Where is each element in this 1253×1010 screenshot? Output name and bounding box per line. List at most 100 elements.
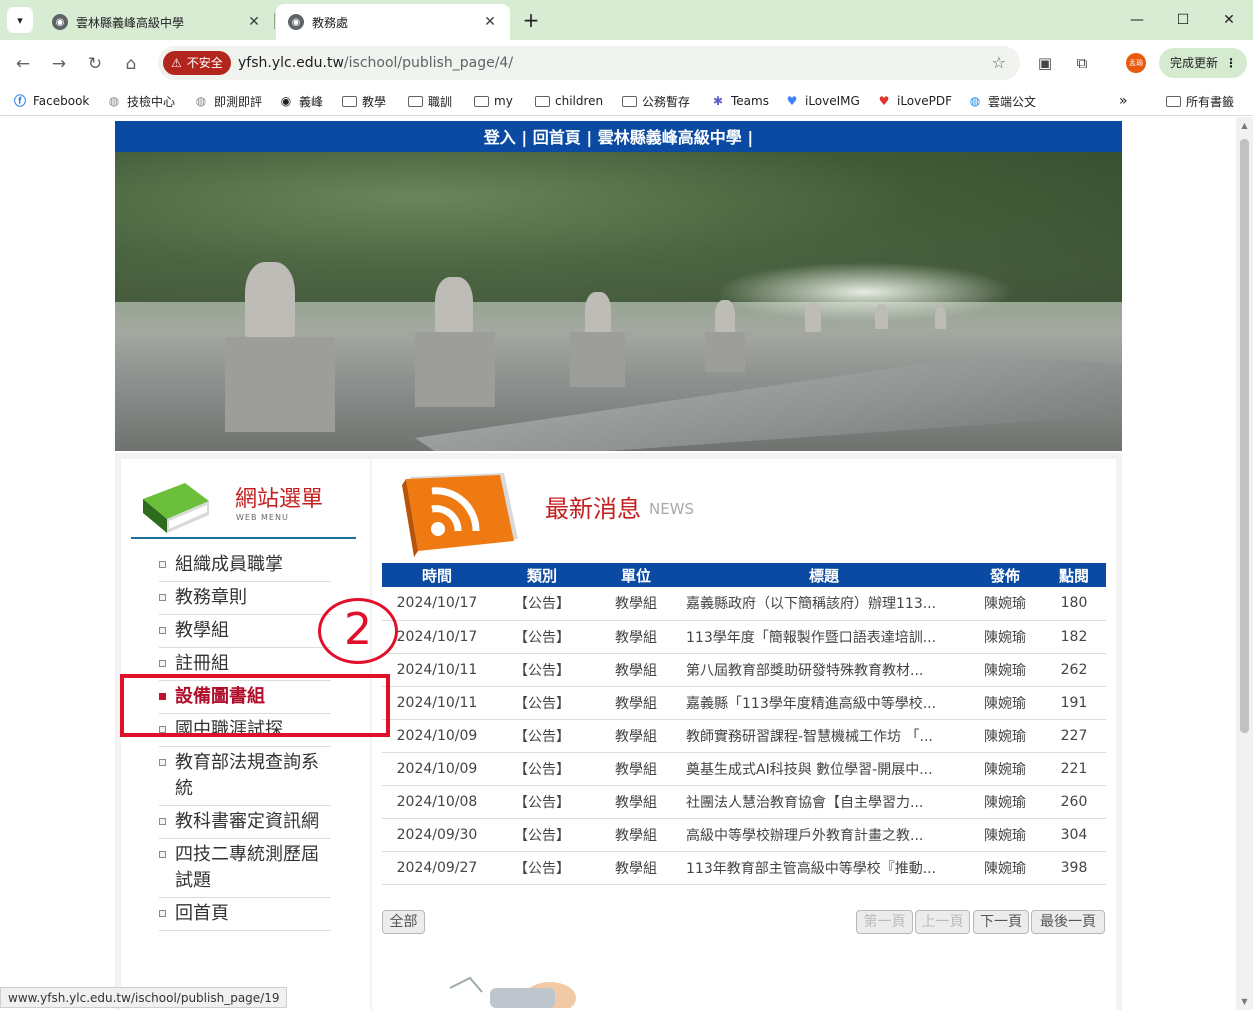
pager-all-button[interactable]: 全部 bbox=[382, 910, 425, 934]
bookmark-label: 職訓 bbox=[428, 94, 453, 109]
bookmark-star-icon[interactable]: ☆ bbox=[992, 46, 1006, 80]
table-row[interactable]: 2024/10/09 【公告】 教學組 奠基生成式AI科技與 數位學習-開展中... 陳… bbox=[382, 752, 1106, 786]
home-icon[interactable]: ⌂ bbox=[117, 50, 145, 78]
bookmark-ilovepdf[interactable]: ♥ iLovePDF bbox=[876, 92, 952, 110]
title-cell[interactable]: 第八屆教育部獎助研發特殊教育教材... bbox=[680, 653, 968, 687]
back-arrow-icon[interactable]: ← bbox=[9, 50, 37, 78]
menu-item-label: 四技二專統測歷屆試題 bbox=[175, 844, 319, 891]
profile-avatar[interactable]: 孟瑜 bbox=[1126, 53, 1146, 73]
close-icon[interactable]: ✕ bbox=[246, 14, 262, 30]
new-tab-plus-icon[interactable]: + bbox=[518, 8, 544, 34]
table-row[interactable]: 2024/10/17 【公告】 教學組 113學年度「簡報製作暨口語表達培訓... 陳婉… bbox=[382, 620, 1106, 654]
globe-icon: ◉ bbox=[288, 14, 304, 30]
table-row[interactable]: 2024/10/09 【公告】 教學組 教師實務研習課程-智慧機械工作坊 「... 陳婉… bbox=[382, 719, 1106, 753]
column-header[interactable]: 標題 bbox=[680, 563, 968, 587]
bookmark-folder-training[interactable]: 職訓 bbox=[408, 92, 452, 110]
table-row[interactable]: 2024/10/11 【公告】 教學組 第八屆教育部獎助研發特殊教育教材... 陳婉瑜 2… bbox=[382, 653, 1106, 687]
bookmark-facebook[interactable]: ⓕ Facebook bbox=[12, 92, 89, 110]
title-cell[interactable]: 高級中等學校辦理戶外教育計畫之教... bbox=[680, 818, 968, 852]
bookmark-cloud-docs[interactable]: ◍ 雲端公文 bbox=[967, 92, 1036, 110]
menu-item-duties[interactable]: 組織成員職掌 bbox=[159, 549, 331, 582]
tab-school-home[interactable]: ◉ 雲林縣義峰高級中學 ✕ bbox=[40, 4, 274, 40]
views-cell: 398 bbox=[1042, 851, 1106, 885]
table-row[interactable]: 2024/10/11 【公告】 教學組 嘉義縣「113學年度精進高級中等學校... 陳婉… bbox=[382, 686, 1106, 720]
tab-academic-affairs[interactable]: ◉ 教務處 ✕ bbox=[276, 4, 510, 40]
site-topbar[interactable]: 登入 | 回首頁 | 雲林縣義峰高級中學 | bbox=[115, 121, 1122, 152]
menu-item-home[interactable]: 回首頁 bbox=[159, 898, 331, 931]
bookmark-folder-my[interactable]: my bbox=[474, 92, 513, 110]
menu-item-label: 教務章則 bbox=[175, 587, 247, 608]
menu-item-regulations[interactable]: 教務章則 bbox=[159, 582, 331, 615]
scroll-up-arrow-icon[interactable]: ▲ bbox=[1239, 121, 1250, 130]
column-header[interactable]: 發佈 bbox=[968, 563, 1042, 587]
extensions-icon[interactable]: ⧉ bbox=[1071, 52, 1093, 74]
table-row[interactable]: 2024/09/27 【公告】 教學組 113年教育部主管高級中等學校『推動... 陳婉… bbox=[382, 851, 1106, 885]
minimize-icon[interactable]: — bbox=[1117, 8, 1157, 32]
scroll-down-arrow-icon[interactable]: ▼ bbox=[1239, 997, 1250, 1006]
square-bullet-icon bbox=[159, 660, 166, 667]
bookmark-skills-center[interactable]: ◍ 技檢中心 bbox=[106, 92, 175, 110]
column-header[interactable]: 點閱 bbox=[1042, 563, 1106, 587]
not-secure-badge[interactable]: ⚠ 不安全 bbox=[163, 51, 231, 75]
title-cell[interactable]: 社團法人慧治教育協會【自主學習力... bbox=[680, 785, 968, 819]
category-cell: 【公告】 bbox=[492, 851, 592, 885]
column-header[interactable]: 類別 bbox=[492, 563, 592, 587]
column-header[interactable]: 時間 bbox=[382, 563, 492, 587]
window-close-icon[interactable]: ✕ bbox=[1209, 8, 1249, 32]
bookmark-instant-test[interactable]: ◍ 即測即評 bbox=[193, 92, 262, 110]
bookmarks-bar: ⓕ Facebook ◍ 技檢中心 ◍ 即測即評 ◉ 義峰 教學 職訓 my child… bbox=[0, 86, 1253, 116]
tab-separator bbox=[274, 13, 275, 29]
site-icon: ◍ bbox=[195, 94, 207, 108]
menu-item-law-search[interactable]: 教育部法規查詢系統 bbox=[159, 747, 331, 806]
tab-search-chevron-icon[interactable]: ▾ bbox=[7, 7, 33, 33]
bookmark-teams[interactable]: ✱ Teams bbox=[710, 92, 769, 110]
pager-next-button[interactable]: 下一頁 bbox=[973, 910, 1029, 934]
table-row[interactable]: 2024/09/30 【公告】 教學組 高級中等學校辦理戶外教育計畫之教... 陳婉瑜 3… bbox=[382, 818, 1106, 852]
news-subtitle: NEWS bbox=[649, 500, 695, 518]
square-bullet-icon bbox=[159, 627, 166, 634]
menu-item-teaching[interactable]: 教學組 bbox=[159, 615, 331, 648]
forward-arrow-icon[interactable]: → bbox=[45, 50, 73, 78]
teams-icon: ✱ bbox=[712, 94, 724, 108]
more-bookmarks-chevron-icon[interactable]: » bbox=[1119, 92, 1128, 110]
title-cell[interactable]: 教師實務研習課程-智慧機械工作坊 「... bbox=[680, 719, 968, 753]
menu-header: 網站選單 WEB MENU bbox=[131, 471, 356, 539]
maximize-icon[interactable]: ☐ bbox=[1163, 8, 1203, 32]
all-bookmarks[interactable]: 所有書籤 bbox=[1166, 92, 1234, 110]
vertical-scrollbar[interactable]: ▲ ▼ bbox=[1236, 117, 1253, 1010]
bookmark-folder-children[interactable]: children bbox=[535, 92, 603, 110]
table-row[interactable]: 2024/10/08 【公告】 教學組 社團法人慧治教育協會【自主學習力... 陳婉瑜 2… bbox=[382, 785, 1106, 819]
table-row[interactable]: 2024/10/17 【公告】 教學組 嘉義縣政府（以下簡稱該府）辦理113... 陳婉… bbox=[382, 587, 1106, 621]
menu-item-textbook-review[interactable]: 教科書審定資訊網 bbox=[159, 806, 331, 839]
bookmark-yifeng[interactable]: ◉ 義峰 bbox=[278, 92, 323, 110]
address-bar[interactable]: ⚠ 不安全 yfsh.ylc.edu.tw/ischool/publish_pa… bbox=[158, 46, 1020, 80]
scroll-thumb[interactable] bbox=[1240, 139, 1249, 733]
bookmark-folder-official[interactable]: 公務暫存 bbox=[622, 92, 690, 110]
cast-icon[interactable]: ▣ bbox=[1034, 52, 1056, 74]
pager-prev-button[interactable]: 上一頁 bbox=[915, 910, 970, 934]
unit-cell: 教學組 bbox=[592, 818, 680, 852]
bookmark-folder-teaching[interactable]: 教學 bbox=[342, 92, 386, 110]
title-cell[interactable]: 嘉義縣政府（以下簡稱該府）辦理113... bbox=[680, 587, 968, 621]
title-cell[interactable]: 嘉義縣「113學年度精進高級中等學校... bbox=[680, 686, 968, 720]
close-icon[interactable]: ✕ bbox=[482, 14, 498, 30]
pager-last-button[interactable]: 最後一頁 bbox=[1031, 910, 1105, 934]
unit-cell: 教學組 bbox=[592, 620, 680, 654]
menu-item-past-exams[interactable]: 四技二專統測歷屆試題 bbox=[159, 839, 331, 898]
menu-dots-icon[interactable]: ⋮ bbox=[1225, 48, 1237, 78]
update-button[interactable]: 完成更新 ⋮ bbox=[1159, 48, 1247, 78]
bookmark-label: 義峰 bbox=[299, 94, 324, 109]
pedestal bbox=[415, 332, 495, 407]
title-cell[interactable]: 113年教育部主管高級中等學校『推動... bbox=[680, 851, 968, 885]
square-bullet-icon bbox=[159, 561, 166, 568]
title-cell[interactable]: 113學年度「簡報製作暨口語表達培訓... bbox=[680, 620, 968, 654]
pager-first-button[interactable]: 第一頁 bbox=[856, 910, 913, 934]
bookmark-iloveimg[interactable]: ♥ iLoveIMG bbox=[784, 92, 860, 110]
url-text[interactable]: yfsh.ylc.edu.tw/ischool/publish_page/4/ bbox=[238, 46, 513, 80]
title-cell[interactable]: 奠基生成式AI科技與 數位學習-開展中... bbox=[680, 752, 968, 786]
pedestal bbox=[570, 332, 625, 387]
url-path: /ischool/publish_page/4/ bbox=[343, 55, 514, 71]
menu-item-label: 註冊組 bbox=[175, 653, 229, 674]
column-header[interactable]: 單位 bbox=[592, 563, 680, 587]
reload-icon[interactable]: ↻ bbox=[81, 50, 109, 78]
